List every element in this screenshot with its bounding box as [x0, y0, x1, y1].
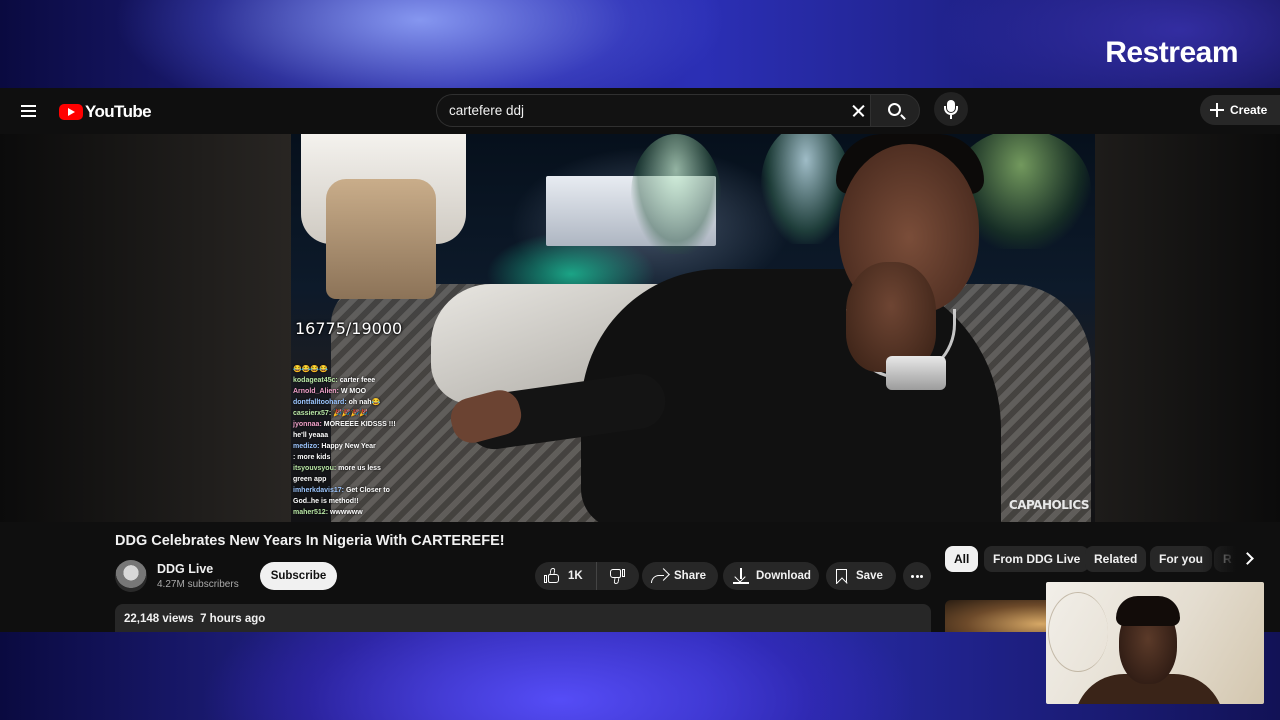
download-icon — [733, 568, 749, 584]
view-count: 22,148 views — [124, 613, 194, 625]
dislike-button[interactable] — [597, 562, 639, 590]
chat-message: dontfalltoohard: oh nah😂 — [293, 399, 381, 406]
search-input[interactable]: cartefere ddj — [436, 94, 870, 127]
youtube-logo-text: YouTube — [85, 102, 152, 121]
channel-name[interactable]: DDG Live — [157, 562, 213, 576]
voice-search-button[interactable] — [934, 92, 968, 126]
chat-message: jyonnaa: MOREEEE KIDSSS !!! — [293, 421, 396, 428]
webcam-overlay — [1046, 582, 1264, 704]
chat-message: God..he is method!! — [293, 498, 359, 505]
chat-message: itsyouvsyou: more us less — [293, 465, 381, 472]
youtube-window: YouTube cartefere ddj Create 16775/19000… — [0, 88, 1280, 632]
chip-from-channel[interactable]: From DDG Live — [984, 546, 1090, 572]
youtube-play-icon — [59, 104, 83, 120]
like-button[interactable]: 1K — [535, 562, 597, 590]
bookmark-icon — [836, 568, 847, 584]
download-button[interactable]: Download — [723, 562, 819, 590]
chat-message: 😂😂😂😂 — [293, 366, 328, 373]
chat-message: maher512: wwwwww — [293, 509, 363, 516]
chat-message: imherkdavis17: Get Closer to — [293, 487, 390, 494]
chip-related[interactable]: Related — [1085, 546, 1147, 572]
save-label: Save — [856, 570, 883, 582]
clear-search-icon[interactable] — [848, 100, 870, 122]
video-player[interactable]: 16775/19000 😂😂😂😂 kodageat45c: carter fee… — [291, 134, 1095, 522]
chat-message: Arnold_Alien: W MOO — [293, 388, 367, 395]
save-button[interactable]: Save — [826, 562, 896, 590]
menu-icon[interactable] — [14, 97, 44, 125]
chat-message: green app — [293, 476, 327, 483]
chip-all[interactable]: All — [945, 546, 979, 572]
channel-avatar[interactable] — [115, 560, 147, 592]
create-button[interactable]: Create — [1200, 95, 1280, 125]
chat-message: he'll yeaaa — [293, 432, 329, 439]
view-count-and-date: 22,148 views 7 hours ago — [124, 613, 265, 625]
more-actions-icon[interactable] — [903, 562, 931, 590]
download-label: Download — [756, 570, 811, 582]
chat-message: cassierx57: 🎉🎉🎉🎉 — [293, 410, 368, 417]
search-query: cartefere ddj — [449, 103, 525, 118]
youtube-logo[interactable]: YouTube — [59, 102, 152, 122]
video-title: DDG Celebrates New Years In Nigeria With… — [115, 533, 505, 549]
search-icon — [888, 103, 901, 116]
thumbs-down-icon — [609, 568, 625, 584]
like-dislike-group: 1K — [535, 562, 639, 590]
description-box[interactable]: 22,148 views 7 hours ago — [115, 604, 931, 632]
chat-message: kodageat45c: carter feee — [293, 377, 376, 384]
like-count: 1K — [568, 570, 583, 582]
share-button[interactable]: Share — [642, 562, 718, 590]
stream-chat-overlay: 😂😂😂😂 kodageat45c: carter feee Arnold_Ali… — [293, 364, 433, 518]
thumbs-up-icon — [544, 568, 560, 584]
youtube-masthead: YouTube cartefere ddj Create — [0, 88, 1280, 134]
share-icon — [650, 568, 668, 584]
plus-icon — [1210, 103, 1224, 117]
video-watermark: CAPAHOLICS — [1008, 498, 1090, 512]
search-button[interactable] — [870, 94, 920, 127]
chat-message: : more kids — [293, 454, 331, 461]
subscribe-button[interactable]: Subscribe — [260, 562, 337, 590]
stream-goal-counter: 16775/19000 — [295, 319, 403, 338]
share-label: Share — [674, 570, 706, 582]
chat-message: medizo: Happy New Year — [293, 443, 376, 450]
restream-logo: Restream — [1105, 36, 1238, 69]
subscriber-count: 4.27M subscribers — [157, 579, 239, 590]
create-label: Create — [1230, 103, 1268, 117]
upload-age: 7 hours ago — [200, 613, 266, 625]
